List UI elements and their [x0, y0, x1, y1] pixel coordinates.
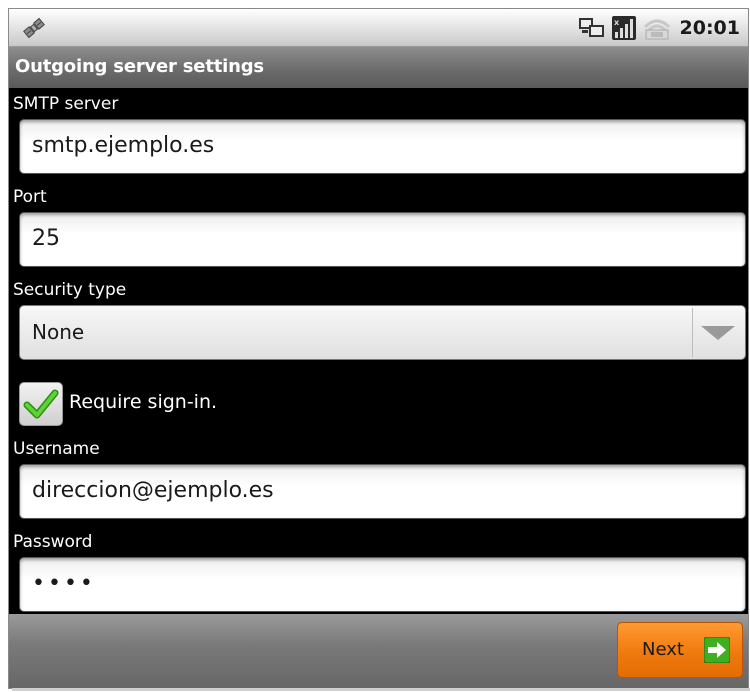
- port-input[interactable]: 25: [19, 212, 746, 267]
- select-divider: [692, 308, 693, 357]
- title-bar: Outgoing server settings: [9, 47, 748, 88]
- smtp-server-label: SMTP server: [13, 94, 119, 114]
- password-input[interactable]: ••••: [19, 557, 746, 612]
- arrow-right-icon: [704, 637, 730, 663]
- signal-icon: x: [611, 16, 636, 40]
- smtp-server-input[interactable]: smtp.ejemplo.es: [19, 119, 746, 174]
- security-type-value: None: [32, 320, 85, 344]
- username-label: Username: [13, 439, 100, 459]
- action-bar: Next: [9, 614, 748, 688]
- sync-icon: [578, 18, 604, 37]
- next-button[interactable]: Next: [617, 622, 743, 678]
- checkmark-icon: [23, 389, 59, 419]
- port-label: Port: [13, 187, 47, 207]
- require-signin-checkbox[interactable]: [19, 382, 63, 426]
- svg-text:x: x: [614, 18, 620, 27]
- status-time: 20:01: [679, 17, 740, 39]
- settings-form: SMTP server smtp.ejemplo.es Port 25 Secu…: [9, 88, 748, 614]
- username-value: direccion@ejemplo.es: [32, 478, 274, 503]
- chevron-down-icon: [701, 326, 735, 340]
- port-value: 25: [32, 226, 60, 251]
- frame-shadow: [12, 688, 750, 691]
- satellite-icon: [23, 17, 45, 39]
- wifi-icon: [643, 19, 670, 40]
- password-label: Password: [13, 532, 93, 552]
- status-bar: x 20:01: [9, 9, 748, 47]
- next-button-label: Next: [642, 639, 684, 660]
- device-screen: x 20:01 Outgoing server settings SMTP se…: [8, 8, 749, 689]
- require-signin-label[interactable]: Require sign-in.: [69, 391, 217, 413]
- password-value: ••••: [32, 571, 96, 596]
- username-input[interactable]: direccion@ejemplo.es: [19, 464, 746, 519]
- security-type-select[interactable]: None: [19, 305, 746, 360]
- security-type-label: Security type: [13, 280, 127, 300]
- page-title: Outgoing server settings: [15, 56, 264, 77]
- smtp-server-value: smtp.ejemplo.es: [32, 133, 215, 158]
